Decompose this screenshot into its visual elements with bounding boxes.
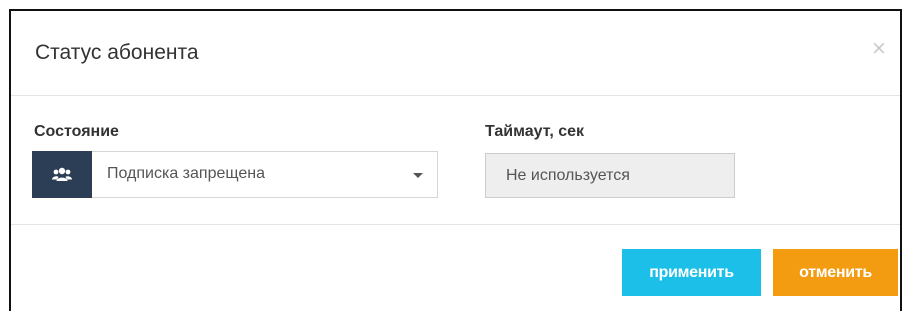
users-icon [32, 151, 92, 198]
cancel-button[interactable]: отменить [773, 249, 898, 296]
dialog-title: Статус абонента [35, 41, 199, 64]
apply-button[interactable]: применить [622, 249, 761, 296]
state-select-group: Подписка запрещена [32, 151, 438, 198]
timeout-input[interactable] [485, 153, 735, 198]
dialog-header: Статус абонента × [11, 11, 900, 96]
chevron-down-icon [413, 173, 423, 178]
subscriber-status-dialog: Статус абонента × Состояние Таймаут, сек… [9, 9, 902, 311]
state-select-value: Подписка запрещена [107, 165, 265, 182]
dialog-body: Состояние Таймаут, сек Подписка запрещен… [11, 96, 900, 225]
state-label: Состояние [34, 123, 119, 140]
close-icon[interactable]: × [870, 37, 888, 59]
state-select[interactable]: Подписка запрещена [92, 151, 438, 198]
timeout-label: Таймаут, сек [485, 123, 585, 140]
